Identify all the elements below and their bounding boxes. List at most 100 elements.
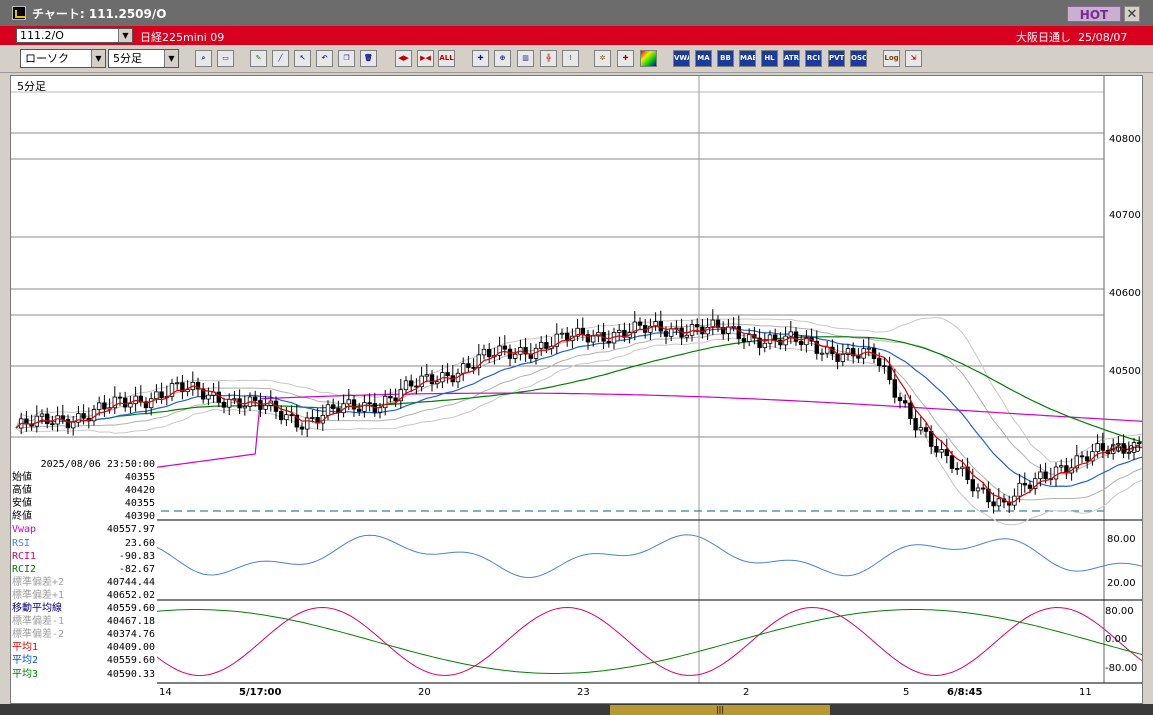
candle-body xyxy=(1085,456,1090,462)
candle-body xyxy=(299,426,305,430)
hl-button[interactable]: HL xyxy=(761,50,778,67)
rci1-line xyxy=(15,606,1142,677)
candle-body xyxy=(996,498,1001,507)
symbol-select[interactable]: 111.2/O ▼ xyxy=(16,28,133,43)
gear-icon[interactable]: ✲ xyxy=(594,50,611,67)
candle-body xyxy=(799,340,804,346)
undo-icon[interactable]: ↶ xyxy=(316,50,333,67)
export-icon[interactable]: ⇲ xyxy=(905,50,922,67)
price-tick-label: 40500 xyxy=(1109,366,1141,377)
candle-body xyxy=(486,348,492,358)
candle-body xyxy=(1022,482,1027,486)
candle-body xyxy=(929,430,934,447)
cursor-icon[interactable]: ↖ xyxy=(294,50,311,67)
log-button[interactable]: Log xyxy=(883,50,900,67)
mae-button[interactable]: MAE xyxy=(739,50,756,67)
info-label: 平均3 xyxy=(12,668,39,680)
candle-body xyxy=(367,402,372,405)
candle-body xyxy=(1100,443,1105,451)
hot-button[interactable]: HOT xyxy=(1067,6,1121,22)
expand-icon[interactable]: ◀▶ xyxy=(395,50,412,67)
period-label: 5分足 xyxy=(17,80,46,93)
candle-body xyxy=(263,404,268,410)
info-label: 標準偏差-2 xyxy=(12,629,65,641)
wrench-icon[interactable]: ✚ xyxy=(617,50,634,67)
candle-body xyxy=(840,354,845,362)
info-label: 標準偏差+1 xyxy=(12,589,65,601)
period-select[interactable]: 5分足 ▼ xyxy=(108,49,179,68)
split-icon[interactable]: ╬ xyxy=(540,50,557,67)
candle-body xyxy=(897,396,903,402)
candle-body xyxy=(788,331,793,337)
candle-body xyxy=(544,342,549,349)
info-label: 平均2 xyxy=(12,655,39,667)
candle-body xyxy=(1043,471,1048,480)
info-value: -82.67 xyxy=(118,563,155,575)
color-palette-icon[interactable] xyxy=(640,50,657,67)
osc-button[interactable]: OSC xyxy=(850,50,867,67)
ma-button[interactable]: MA xyxy=(695,50,712,67)
candle-body xyxy=(819,352,825,355)
symbol-bar: 111.2/O ▼ 日経225mini 09 大阪日通し 25/08/07 xyxy=(0,26,1153,45)
candle-body xyxy=(304,417,310,430)
pointer-icon[interactable]: ✚ xyxy=(472,50,489,67)
atr-button[interactable]: ATR xyxy=(783,50,800,67)
time-tick-label: 14 xyxy=(159,687,172,698)
disabled-icon[interactable]: ! xyxy=(562,50,579,67)
candle-body xyxy=(39,413,45,417)
info-row: RCI2 -82.67 xyxy=(11,563,157,576)
candle-body xyxy=(206,394,211,400)
info-value: 40355 xyxy=(124,498,155,510)
pvt-button[interactable]: PVT xyxy=(828,50,845,67)
candle-body xyxy=(434,381,440,385)
copy-icon[interactable]: ❐ xyxy=(338,50,355,67)
candle-body xyxy=(934,446,939,453)
info-label: 平均1 xyxy=(12,642,39,654)
candle-body xyxy=(81,413,86,419)
chevron-down-icon[interactable]: ▼ xyxy=(118,29,132,42)
chart-area[interactable]: 40800 40700 40600 40500 40400 80.00 20.00 80.00… xyxy=(10,75,1143,704)
candle-body xyxy=(747,334,752,342)
candle-body xyxy=(939,449,944,453)
rci-button[interactable]: RCI xyxy=(805,50,822,67)
zoom-icon[interactable]: ⌕ xyxy=(195,50,212,67)
vwap-button[interactable]: VWAP xyxy=(673,50,690,67)
candle-body xyxy=(382,395,388,409)
rci2-line xyxy=(15,609,1142,674)
info-row: 移動平均線 40559.60 xyxy=(11,602,157,615)
candle-body xyxy=(923,427,929,432)
info-row: 標準偏差-2 40374.76 xyxy=(11,628,157,641)
info-value: 40559.60 xyxy=(106,603,155,615)
trash-icon[interactable]: 🗑 xyxy=(360,50,377,67)
rci-tick-label: 80.00 xyxy=(1105,606,1134,617)
candle-body xyxy=(991,501,996,507)
price-tick-label: 40600 xyxy=(1109,288,1141,299)
bb-button[interactable]: BB xyxy=(717,50,734,67)
pencil-icon[interactable]: ✎ xyxy=(250,50,267,67)
magnify-icon[interactable]: ⊕ xyxy=(494,50,511,67)
chart-canvas[interactable]: 408004070040600405004040080.0020.0080.00… xyxy=(11,76,1142,703)
scroll-thumb[interactable]: ||| xyxy=(610,705,830,715)
chevron-down-icon[interactable]: ▼ xyxy=(164,50,178,67)
info-row: 平均2 40559.60 xyxy=(11,654,157,667)
chart-type-select[interactable]: ローソク ▼ xyxy=(20,49,106,68)
line-tool-icon[interactable]: ╱ xyxy=(272,50,289,67)
candle-body xyxy=(1038,471,1043,480)
candle-body xyxy=(955,468,960,470)
candle-body xyxy=(481,348,487,356)
bars-icon[interactable]: ▥ xyxy=(517,50,534,67)
all-range-button[interactable]: ALL xyxy=(438,50,455,67)
scroll-bar[interactable]: ||| xyxy=(0,704,1153,715)
window-icon[interactable]: ▭ xyxy=(217,50,234,67)
candle-body xyxy=(1079,455,1085,458)
chevron-down-icon[interactable]: ▼ xyxy=(91,50,105,67)
ma2-line xyxy=(15,327,1142,488)
shrink-icon[interactable]: ▶◀ xyxy=(417,50,434,67)
candle-body xyxy=(97,402,102,410)
close-button[interactable]: ✕ xyxy=(1124,6,1140,22)
candle-body xyxy=(1027,484,1033,489)
candle-body xyxy=(736,326,741,339)
candle-body xyxy=(65,418,71,429)
info-label: 高値 xyxy=(12,485,32,497)
info-value: 40390 xyxy=(124,511,155,523)
